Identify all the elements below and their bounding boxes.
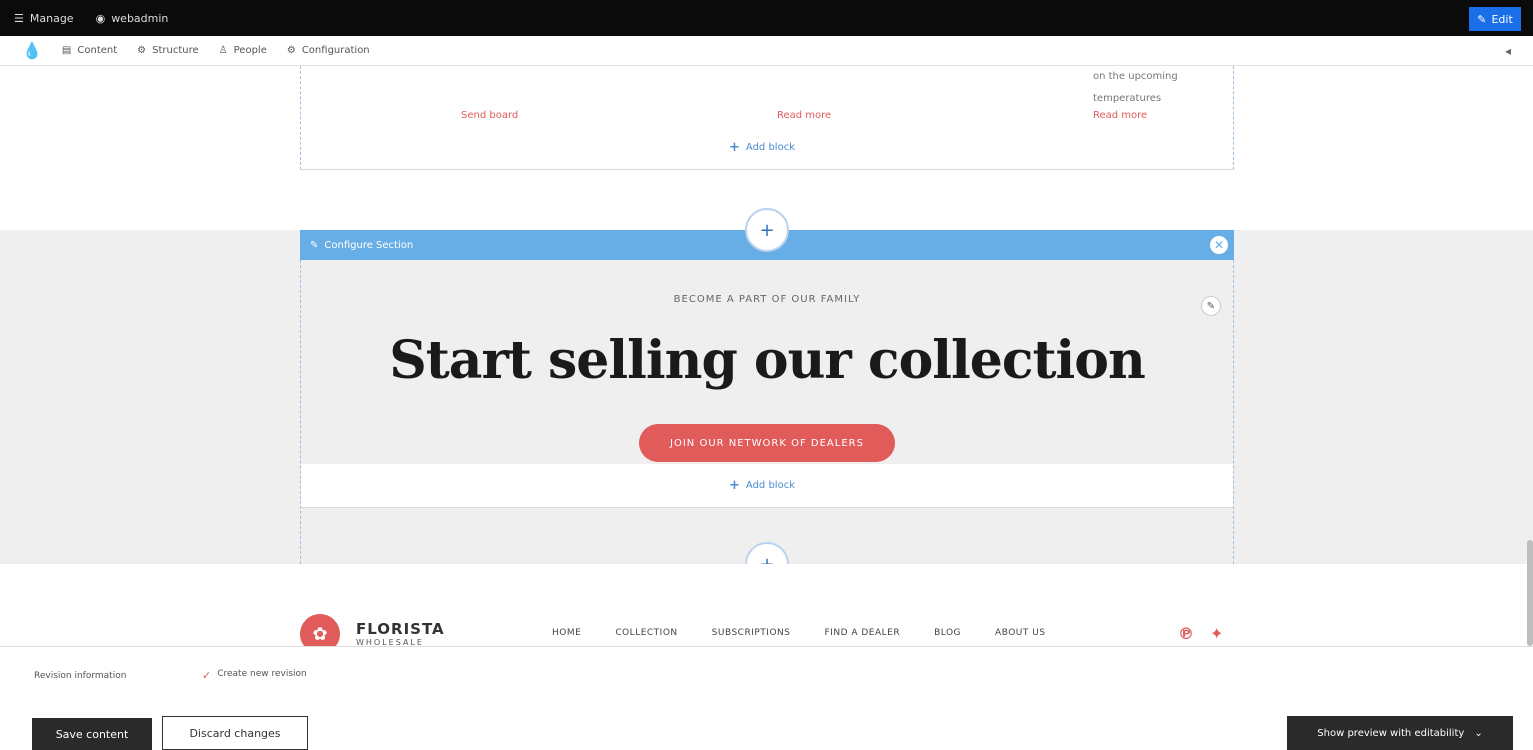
people-icon: ♙	[218, 45, 228, 56]
layout-builder-canvas: on the upcoming temperatures Send board …	[0, 66, 1533, 646]
toolbar-orientation-icon[interactable]: ◂	[1505, 44, 1511, 58]
edit-label: Edit	[1491, 12, 1513, 26]
footer-nav-item[interactable]: BLOG	[934, 628, 961, 638]
footer-nav-item[interactable]: HOME	[552, 628, 581, 638]
toolbar-item-content[interactable]: ▤ Content	[62, 45, 117, 56]
configuration-icon: ⚙	[286, 45, 296, 56]
section-link[interactable]: Read more	[777, 110, 831, 121]
structure-icon: ⚙	[137, 45, 147, 56]
toolbar-item-label: People	[233, 45, 267, 56]
brand-name: FLORISTA	[356, 620, 445, 638]
remove-section-icon[interactable]: ✕	[1210, 236, 1228, 254]
footer-nav-item[interactable]: COLLECTION	[615, 628, 677, 638]
social-links: ℗ ✦	[1178, 624, 1223, 643]
edit-icon: ✎	[1477, 12, 1487, 26]
page-scrollbar[interactable]	[1527, 540, 1533, 646]
manage-label: Manage	[29, 11, 74, 25]
user-menu[interactable]: ◉ webadmin	[96, 12, 169, 25]
discard-changes-button[interactable]: Discard changes	[162, 716, 308, 750]
add-block-link[interactable]: + Add block	[729, 478, 795, 493]
edit-button[interactable]: ✎ Edit	[1469, 7, 1521, 31]
configure-section-label: Configure Section	[324, 239, 414, 251]
show-preview-toggle[interactable]: Show preview with editability ⌄	[1287, 716, 1513, 750]
plus-icon: +	[729, 478, 740, 493]
layout-section-top: on the upcoming temperatures Send board …	[300, 66, 1234, 170]
admin-tray: 💧 ▤ Content ⚙ Structure ♙ People ⚙ Confi…	[0, 36, 1533, 66]
toolbar-item-people[interactable]: ♙ People	[219, 45, 267, 56]
toolbar-item-label: Configuration	[301, 45, 370, 56]
save-content-button[interactable]: Save content	[32, 718, 152, 750]
cta-eyebrow: BECOME A PART OF OUR FAMILY	[673, 294, 861, 305]
cta-headline: Start selling our collection	[389, 330, 1146, 391]
section-link[interactable]: Read more	[1093, 110, 1147, 121]
manage-menu[interactable]: ☰ Manage	[14, 12, 74, 25]
create-revision-checkbox[interactable]: ✓ Create new revision	[202, 669, 307, 682]
pinterest-icon[interactable]: ℗	[1178, 624, 1194, 643]
layout-section-cta: BECOME A PART OF OUR FAMILY ✎ Start sell…	[300, 260, 1234, 564]
drupal-logo-icon[interactable]: 💧	[22, 41, 42, 60]
section-text: on the upcoming temperatures	[1093, 66, 1223, 110]
chevron-down-icon: ⌄	[1474, 727, 1483, 739]
user-icon: ◉	[95, 11, 106, 25]
checkbox-label: Create new revision	[217, 669, 307, 679]
revision-information: Revision information ✓ Create new revisi…	[0, 646, 1533, 704]
plus-icon: +	[759, 219, 775, 241]
toolbar-item-structure[interactable]: ⚙ Structure	[137, 45, 199, 56]
contextual-edit-icon[interactable]: ✎	[1201, 296, 1221, 316]
add-section-button-overlay[interactable]: +	[745, 208, 789, 252]
footer-nav-item[interactable]: ABOUT US	[995, 628, 1046, 638]
section-text-line: on the upcoming	[1093, 71, 1178, 82]
plus-icon: +	[729, 140, 740, 155]
hamburger-icon: ☰	[14, 11, 24, 25]
toolbar-item-label: Structure	[152, 45, 199, 56]
toolbar-item-configuration[interactable]: ⚙ Configuration	[287, 45, 370, 56]
content-icon: ▤	[61, 45, 72, 56]
section-text-line: temperatures	[1093, 93, 1162, 104]
toolbar-item-label: Content	[77, 45, 118, 56]
form-actions: Save content Discard changes Show previe…	[0, 704, 1533, 750]
preview-label: Show preview with editability	[1317, 727, 1465, 739]
join-network-button[interactable]: JOIN OUR NETWORK OF DEALERS	[639, 424, 895, 462]
site-footer: ✿ FLORISTA WHOLESALE HOME COLLECTION SUB…	[0, 564, 1533, 654]
user-label: webadmin	[111, 11, 169, 25]
section-link[interactable]: Send board	[461, 110, 518, 121]
add-block-label: Add block	[745, 142, 795, 153]
add-block-link[interactable]: + Add block	[729, 140, 795, 155]
twitter-icon[interactable]: ✦	[1210, 624, 1223, 643]
checkmark-icon: ✓	[202, 669, 212, 682]
footer-nav-item[interactable]: FIND A DEALER	[825, 628, 901, 638]
footer-nav: HOME COLLECTION SUBSCRIPTIONS FIND A DEA…	[552, 628, 1046, 638]
pencil-icon: ✎	[310, 239, 319, 251]
add-block-region: + Add block	[301, 464, 1233, 508]
footer-nav-item[interactable]: SUBSCRIPTIONS	[712, 628, 791, 638]
revision-label[interactable]: Revision information	[34, 671, 126, 681]
admin-toolbar: ☰ Manage ◉ webadmin ✎ Edit	[0, 0, 1533, 36]
add-block-label: Add block	[745, 480, 795, 491]
